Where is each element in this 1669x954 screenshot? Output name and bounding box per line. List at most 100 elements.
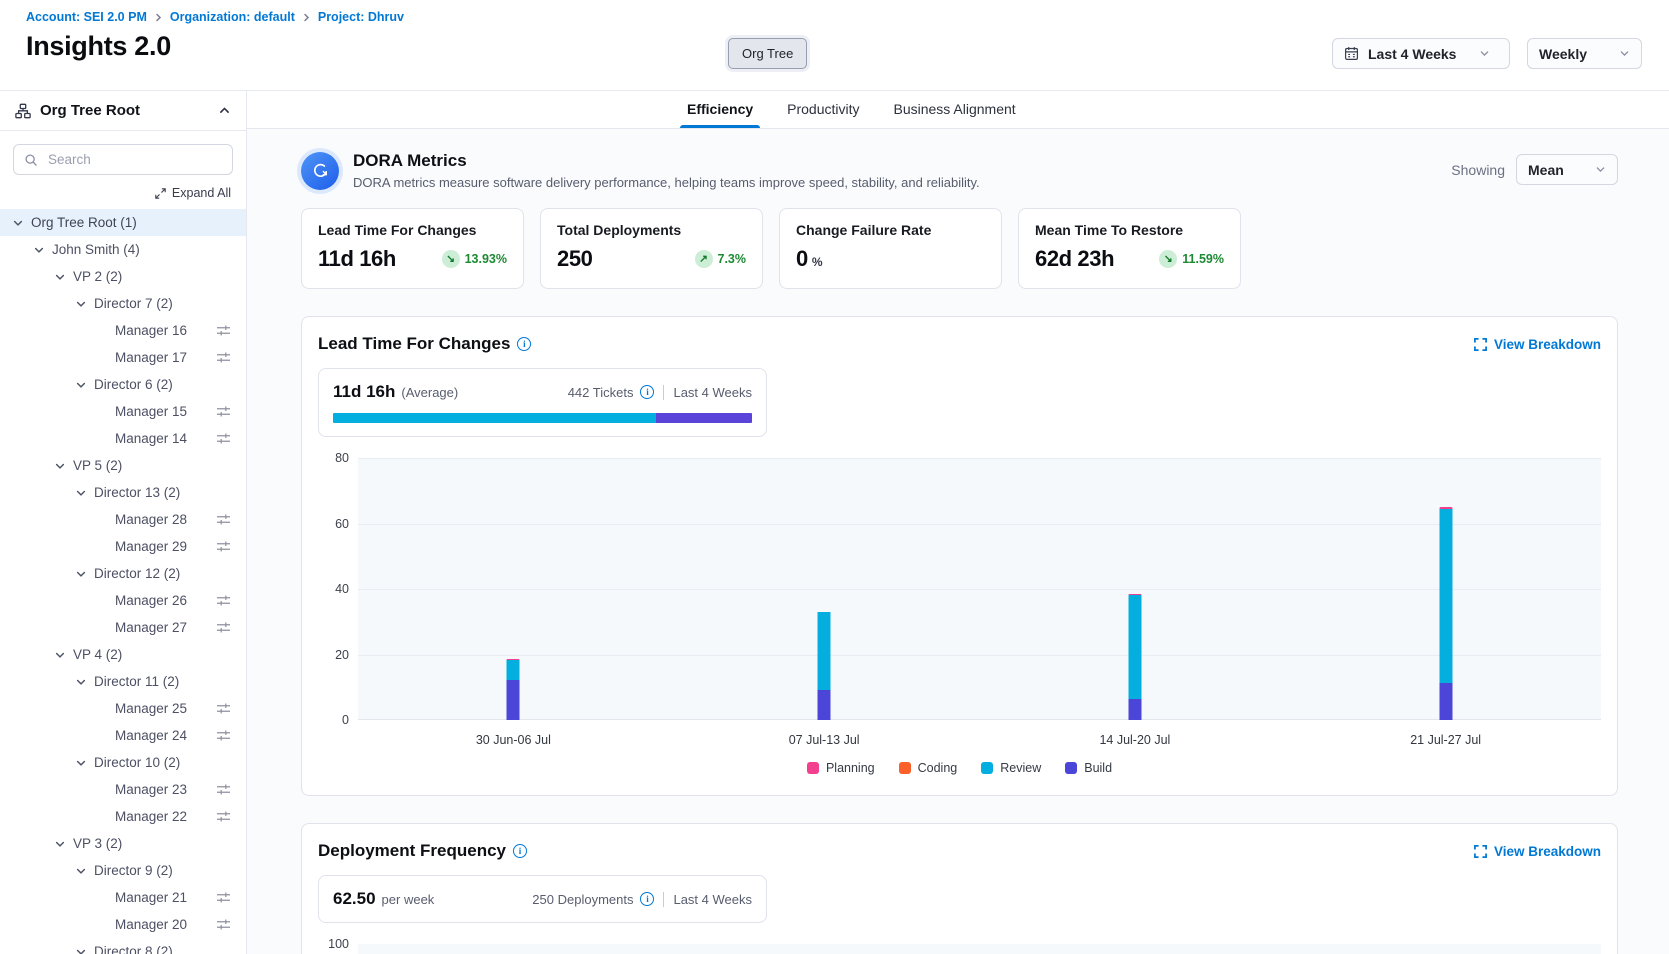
legend-label: Planning xyxy=(826,761,875,775)
breadcrumb-link[interactable]: Account: SEI 2.0 PM xyxy=(26,10,147,24)
tree-item[interactable]: Manager 29 xyxy=(0,533,246,560)
search-icon xyxy=(24,153,38,167)
chevron-down-icon[interactable] xyxy=(73,566,88,581)
info-icon[interactable] xyxy=(640,892,654,906)
info-icon[interactable] xyxy=(517,337,531,351)
date-range-select[interactable]: Last 4 Weeks xyxy=(1332,38,1510,69)
chevron-down-icon[interactable] xyxy=(52,836,67,851)
tree-item[interactable]: Manager 16 xyxy=(0,317,246,344)
filter-sliders-icon[interactable] xyxy=(216,594,231,607)
metric-card: Total Deployments250↗7.3% xyxy=(540,208,763,289)
tree-item[interactable]: Manager 17 xyxy=(0,344,246,371)
tree-item[interactable]: Director 9 (2) xyxy=(0,857,246,884)
lead-time-summary: 11d 16h (Average) 442 Tickets Last 4 Wee… xyxy=(318,368,767,437)
filter-sliders-icon[interactable] xyxy=(216,324,231,337)
tab-business-alignment[interactable]: Business Alignment xyxy=(894,101,1016,128)
tree-item[interactable]: Manager 26 xyxy=(0,587,246,614)
filter-sliders-icon[interactable] xyxy=(216,702,231,715)
tree-item-label: Manager 15 xyxy=(115,404,187,419)
tree-item[interactable]: Director 13 (2) xyxy=(0,479,246,506)
dashboard-scroll-area[interactable]: DORA Metrics DORA metrics measure softwa… xyxy=(247,129,1669,954)
tree-item[interactable]: John Smith (4) xyxy=(0,236,246,263)
chevron-down-icon[interactable] xyxy=(73,755,88,770)
y-tick-label: 40 xyxy=(335,582,349,596)
tab-efficiency[interactable]: Efficiency xyxy=(687,101,753,128)
tree-item[interactable]: Manager 28 xyxy=(0,506,246,533)
search-input[interactable] xyxy=(46,151,222,168)
tree-item[interactable]: Director 7 (2) xyxy=(0,290,246,317)
tree-item[interactable]: VP 2 (2) xyxy=(0,263,246,290)
chevron-down-icon[interactable] xyxy=(73,863,88,878)
filter-sliders-icon[interactable] xyxy=(216,621,231,634)
breadcrumb-link[interactable]: Project: Dhruv xyxy=(318,10,404,24)
legend-item-planning[interactable]: Planning xyxy=(807,761,875,775)
filter-sliders-icon[interactable] xyxy=(216,405,231,418)
tree-item[interactable]: Director 12 (2) xyxy=(0,560,246,587)
bar-segment-review xyxy=(818,612,831,690)
date-range-value: Last 4 Weeks xyxy=(1368,46,1456,62)
info-icon[interactable] xyxy=(513,844,527,858)
tree-item[interactable]: Manager 14 xyxy=(0,425,246,452)
tree-item[interactable]: Manager 22 xyxy=(0,803,246,830)
org-tree-button[interactable]: Org Tree xyxy=(728,38,807,69)
filter-sliders-icon[interactable] xyxy=(216,783,231,796)
y-tick-label: 0 xyxy=(342,713,349,727)
filter-sliders-icon[interactable] xyxy=(216,513,231,526)
tree-item[interactable]: Manager 27 xyxy=(0,614,246,641)
filter-sliders-icon[interactable] xyxy=(216,729,231,742)
chevron-down-icon[interactable] xyxy=(73,485,88,500)
legend-item-build[interactable]: Build xyxy=(1065,761,1112,775)
tree-item[interactable]: Manager 24 xyxy=(0,722,246,749)
stacked-bar[interactable] xyxy=(818,612,831,720)
chevron-down-icon[interactable] xyxy=(73,674,88,689)
deployment-view-breakdown[interactable]: View Breakdown xyxy=(1474,844,1601,859)
tree-item[interactable]: Manager 15 xyxy=(0,398,246,425)
tree-item[interactable]: Manager 20 xyxy=(0,911,246,938)
showing-select[interactable]: Mean xyxy=(1516,154,1618,185)
tree-item[interactable]: Manager 21 xyxy=(0,884,246,911)
filter-sliders-icon[interactable] xyxy=(216,810,231,823)
chevron-down-icon[interactable] xyxy=(73,944,88,954)
tree-item[interactable]: VP 3 (2) xyxy=(0,830,246,857)
expand-corners-icon xyxy=(1474,845,1487,858)
legend-item-review[interactable]: Review xyxy=(981,761,1041,775)
stacked-bar[interactable] xyxy=(1439,507,1452,720)
lead-time-view-breakdown[interactable]: View Breakdown xyxy=(1474,337,1601,352)
tree-item[interactable]: Director 10 (2) xyxy=(0,749,246,776)
legend-label: Review xyxy=(1000,761,1041,775)
chevron-down-icon[interactable] xyxy=(31,242,46,257)
tree-item[interactable]: VP 5 (2) xyxy=(0,452,246,479)
breadcrumb-link[interactable]: Organization: default xyxy=(170,10,295,24)
chevron-down-icon[interactable] xyxy=(52,458,67,473)
chevron-down-icon[interactable] xyxy=(52,647,67,662)
tree-item[interactable]: VP 4 (2) xyxy=(0,641,246,668)
x-tick-label: 07 Jul-13 Jul xyxy=(789,733,860,747)
chevron-down-icon[interactable] xyxy=(52,269,67,284)
chevron-up-icon[interactable] xyxy=(218,104,231,117)
filter-sliders-icon[interactable] xyxy=(216,540,231,553)
expand-all-button[interactable]: Expand All xyxy=(0,186,231,200)
filter-sliders-icon[interactable] xyxy=(216,432,231,445)
tree-item[interactable]: Director 8 (2) xyxy=(0,938,246,954)
tab-productivity[interactable]: Productivity xyxy=(787,101,859,128)
chevron-down-icon[interactable] xyxy=(73,296,88,311)
tree-item[interactable]: Director 6 (2) xyxy=(0,371,246,398)
info-icon[interactable] xyxy=(640,385,654,399)
stacked-bar[interactable] xyxy=(507,659,520,720)
tree-item-label: Manager 29 xyxy=(115,539,187,554)
chevron-down-icon[interactable] xyxy=(73,377,88,392)
legend-item-coding[interactable]: Coding xyxy=(899,761,958,775)
filter-sliders-icon[interactable] xyxy=(216,351,231,364)
interval-select[interactable]: Weekly xyxy=(1527,38,1642,69)
tree-item[interactable]: Manager 25 xyxy=(0,695,246,722)
filter-sliders-icon[interactable] xyxy=(216,891,231,904)
tree-item[interactable]: Org Tree Root (1) xyxy=(0,209,246,236)
view-breakdown-label: View Breakdown xyxy=(1494,844,1601,859)
stacked-bar[interactable] xyxy=(1128,594,1141,720)
filter-sliders-icon[interactable] xyxy=(216,918,231,931)
chevron-down-icon[interactable] xyxy=(10,215,25,230)
y-tick-label: 100 xyxy=(328,937,349,951)
tree-item[interactable]: Director 11 (2) xyxy=(0,668,246,695)
trend-value: 11.59% xyxy=(1182,252,1224,266)
tree-item[interactable]: Manager 23 xyxy=(0,776,246,803)
